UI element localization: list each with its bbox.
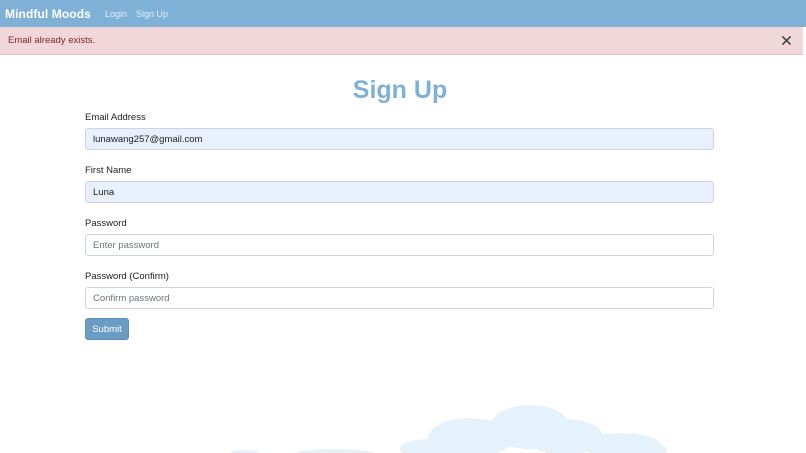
nav-link-sign-up[interactable]: Sign Up <box>136 9 168 19</box>
password-confirm-field[interactable] <box>85 287 714 309</box>
error-alert: Email already exists. <box>0 27 803 55</box>
first-name-field[interactable] <box>85 181 714 203</box>
page-title: Sign Up <box>352 76 448 104</box>
submit-button[interactable]: Submit <box>85 318 129 340</box>
password-confirm-label: Password (Confirm) <box>85 271 169 282</box>
email-field[interactable] <box>85 128 714 150</box>
password-label: Password <box>85 218 127 229</box>
brand-logo[interactable]: Mindful Moods <box>5 7 91 21</box>
email-label: Email Address <box>85 112 146 123</box>
nav-link-login[interactable]: Login <box>105 9 127 19</box>
sign-up-form: Email Address First Name Password Passwo… <box>85 110 714 309</box>
top-navbar: Mindful Moods Login Sign Up <box>0 0 806 27</box>
alert-message: Email already exists. <box>8 35 96 46</box>
first-name-label: First Name <box>85 165 132 176</box>
close-icon[interactable] <box>779 33 793 47</box>
password-field[interactable] <box>85 234 714 256</box>
cloud-icon <box>231 405 667 453</box>
